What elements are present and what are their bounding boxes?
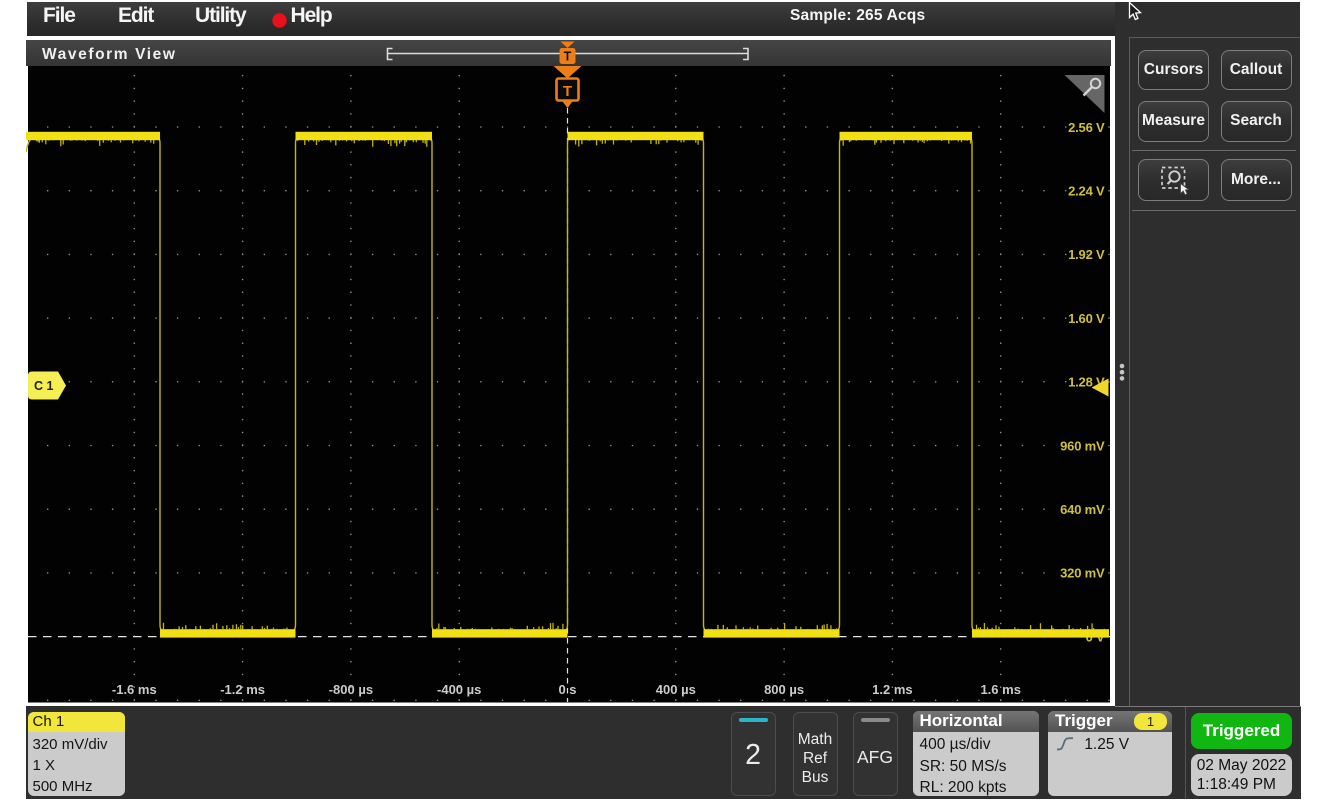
svg-text:1.92 V: 1.92 V (1068, 247, 1105, 262)
svg-text:-800 µs: -800 µs (328, 682, 372, 697)
svg-text:-400 µs: -400 µs (437, 682, 481, 697)
svg-text:C 1: C 1 (34, 379, 54, 393)
svg-text:960 mV: 960 mV (1060, 438, 1105, 453)
svg-text:2.24 V: 2.24 V (1068, 184, 1105, 199)
svg-text:2.56 V: 2.56 V (1068, 120, 1105, 135)
svg-text:Waveform View: Waveform View (42, 46, 177, 63)
svg-text:640 mV: 640 mV (1060, 502, 1105, 517)
svg-text:T: T (562, 83, 571, 100)
svg-text:-1.6 ms: -1.6 ms (111, 682, 156, 697)
svg-text:1.2 ms: 1.2 ms (872, 682, 912, 697)
svg-text:400 µs: 400 µs (655, 682, 695, 697)
svg-text:320 mV: 320 mV (1060, 566, 1105, 581)
svg-text:-1.2 ms: -1.2 ms (220, 682, 265, 697)
svg-text:T: T (563, 50, 571, 64)
svg-text:800 µs: 800 µs (764, 682, 804, 697)
svg-text:1.60 V: 1.60 V (1068, 311, 1105, 326)
svg-text:1.6 ms: 1.6 ms (980, 682, 1020, 697)
svg-text:0 s: 0 s (558, 682, 576, 697)
